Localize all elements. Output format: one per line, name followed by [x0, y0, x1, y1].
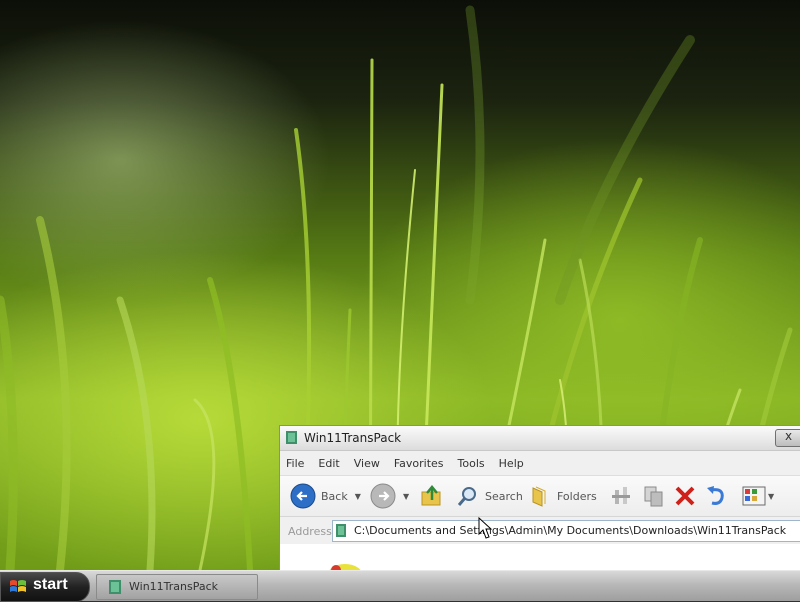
search-button[interactable]: Search: [456, 476, 523, 516]
forward-button[interactable]: ▼: [370, 476, 409, 516]
address-input[interactable]: C:\Documents and Settings\Admin\My Docum…: [332, 520, 800, 542]
forward-dropdown-icon[interactable]: ▼: [403, 492, 409, 501]
file-view[interactable]: [280, 544, 800, 571]
delete-button[interactable]: [673, 476, 697, 516]
views-dropdown-icon[interactable]: ▼: [768, 492, 774, 501]
folder-icon: [286, 431, 297, 444]
mouse-cursor-icon: [478, 517, 493, 539]
taskbar-item-label: Win11TransPack: [129, 580, 219, 593]
copy-to-icon: [644, 486, 663, 507]
menu-bar: File Edit View Favorites Tools Help: [280, 451, 800, 476]
windows-logo-icon: [10, 580, 26, 592]
copy-to-button[interactable]: [642, 476, 666, 516]
start-button[interactable]: start: [0, 572, 90, 602]
back-label: Back: [321, 489, 348, 503]
undo-icon: [707, 486, 724, 505]
close-icon: x: [785, 429, 793, 443]
forward-icon: [370, 483, 396, 509]
folder-icon: [336, 524, 346, 537]
explorer-window: Win11TransPack x File Edit View Favorite…: [279, 425, 800, 571]
folders-icon: [532, 486, 546, 507]
menu-tools[interactable]: Tools: [458, 457, 485, 470]
menu-edit[interactable]: Edit: [318, 457, 339, 470]
menu-view[interactable]: View: [354, 457, 380, 470]
window-title: Win11TransPack: [304, 431, 402, 445]
up-button[interactable]: [420, 476, 444, 516]
folder-icon: [109, 580, 121, 594]
folders-label: Folders: [557, 489, 597, 503]
back-button[interactable]: Back ▼: [290, 476, 361, 516]
views-button[interactable]: ▼: [742, 476, 774, 516]
delete-icon: [675, 486, 695, 506]
toolbar: Back ▼ ▼ Search Folders ▼: [280, 476, 800, 517]
address-label: Address: [288, 525, 332, 538]
start-label: start: [33, 576, 68, 593]
views-icon: [742, 486, 766, 506]
move-to-button[interactable]: [610, 476, 634, 516]
back-icon: [290, 483, 316, 509]
folders-button[interactable]: Folders: [530, 476, 597, 516]
back-dropdown-icon[interactable]: ▼: [355, 492, 361, 501]
search-label: Search: [485, 489, 523, 503]
menu-help[interactable]: Help: [499, 457, 524, 470]
move-to-icon: [612, 487, 630, 504]
taskbar: start Win11TransPack: [0, 570, 800, 602]
title-bar[interactable]: Win11TransPack x: [280, 426, 800, 451]
menu-favorites[interactable]: Favorites: [394, 457, 444, 470]
undo-button[interactable]: [704, 476, 728, 516]
menu-file[interactable]: File: [286, 457, 304, 470]
taskbar-item-win11transpack[interactable]: Win11TransPack: [96, 574, 258, 600]
address-bar: Address C:\Documents and Settings\Admin\…: [280, 517, 800, 546]
close-button[interactable]: x: [775, 429, 800, 447]
address-path: C:\Documents and Settings\Admin\My Docum…: [354, 524, 787, 537]
search-icon: [457, 487, 476, 506]
up-folder-icon: [421, 485, 441, 506]
